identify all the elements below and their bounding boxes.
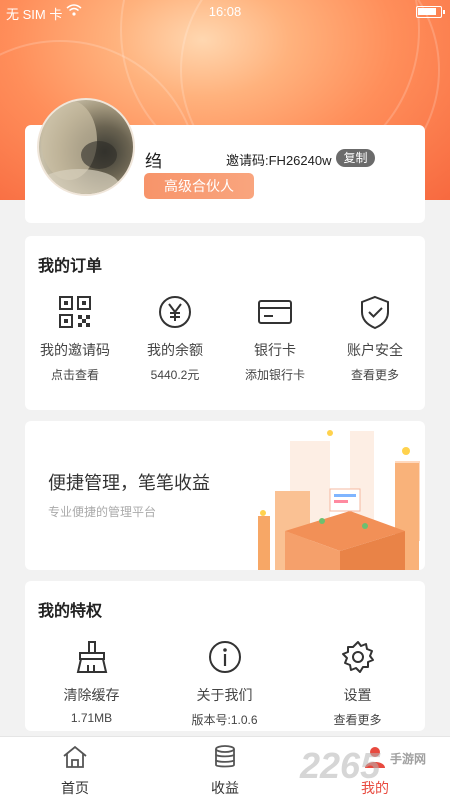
item-label: 银行卡 (254, 342, 296, 358)
section-title: 我的订单 (38, 258, 103, 275)
my-orders-card: 我的订单 我的邀请码 点击查看 我的余额 5440.2元 银行卡 添加银行卡 账… (25, 236, 425, 410)
item-sub: 添加银行卡 (244, 368, 305, 382)
yen-icon (159, 296, 191, 328)
coins-icon (215, 745, 235, 768)
watermark-logo: 2265 (300, 745, 381, 786)
username: 绉 (145, 152, 162, 171)
status-time: 16:08 (208, 4, 242, 19)
my-privileges-card: 我的特权 清除缓存 1.71MB 关于我们 版本号:1.0.6 设置 查看更多 (25, 581, 425, 731)
battery-icon (416, 6, 445, 18)
item-label: 我的邀请码 (40, 342, 110, 358)
item-sub: 查看更多 (333, 713, 382, 727)
account-security-item[interactable]: 账户安全 查看更多 (325, 294, 425, 383)
banner-title: 便捷管理，笔笔收益 (48, 473, 210, 493)
item-sub: 5440.2元 (150, 368, 200, 382)
invite-code: 邀请码:FH26240w (226, 153, 332, 168)
item-label: 我的余额 (147, 342, 203, 358)
banner-subtitle: 专业便捷的管理平台 (48, 505, 157, 519)
watermark-text: 手游网 (390, 752, 427, 766)
tab-label: 首页 (61, 780, 89, 796)
bank-card-item[interactable]: 银行卡 添加银行卡 (225, 294, 325, 383)
clear-cache-item[interactable]: 清除缓存 1.71MB (25, 639, 158, 728)
about-us-item[interactable]: 关于我们 版本号:1.0.6 (158, 639, 291, 728)
banner-illustration (258, 430, 420, 570)
tab-home[interactable]: 首页 (0, 737, 150, 800)
section-title: 我的特权 (38, 603, 103, 620)
broom-icon (76, 641, 107, 673)
home-icon (63, 745, 87, 768)
item-label: 设置 (343, 687, 372, 703)
gear-icon (341, 641, 374, 673)
tab-earnings[interactable]: 收益 (150, 737, 300, 800)
shield-check-icon (361, 295, 389, 330)
item-label: 账户安全 (347, 342, 403, 358)
partner-level-badge[interactable]: 高级合伙人 (144, 173, 254, 199)
copy-button[interactable]: 复制 (336, 149, 375, 167)
item-label: 关于我们 (196, 687, 253, 703)
item-sub: 查看更多 (350, 368, 399, 382)
avatar[interactable] (37, 98, 135, 196)
item-sub: 点击查看 (50, 368, 99, 382)
bank-card-icon (258, 300, 292, 324)
bottom-tab-bar: 首页 收益 我的 (0, 736, 450, 800)
item-sub: 1.71MB (70, 711, 113, 725)
settings-item[interactable]: 设置 查看更多 (291, 639, 424, 728)
tab-label: 收益 (211, 780, 239, 796)
invite-code-item[interactable]: 我的邀请码 点击查看 (25, 294, 125, 383)
item-label: 清除缓存 (63, 687, 120, 703)
balance-item[interactable]: 我的余额 5440.2元 (125, 294, 225, 383)
promo-banner[interactable]: 便捷管理，笔笔收益 专业便捷的管理平台 (25, 421, 425, 570)
status-bar: 无 SIM 卡 16:08 (0, 0, 450, 24)
item-sub: 版本号:1.0.6 (191, 713, 258, 727)
info-icon (208, 641, 241, 673)
qr-code-icon (59, 296, 91, 328)
